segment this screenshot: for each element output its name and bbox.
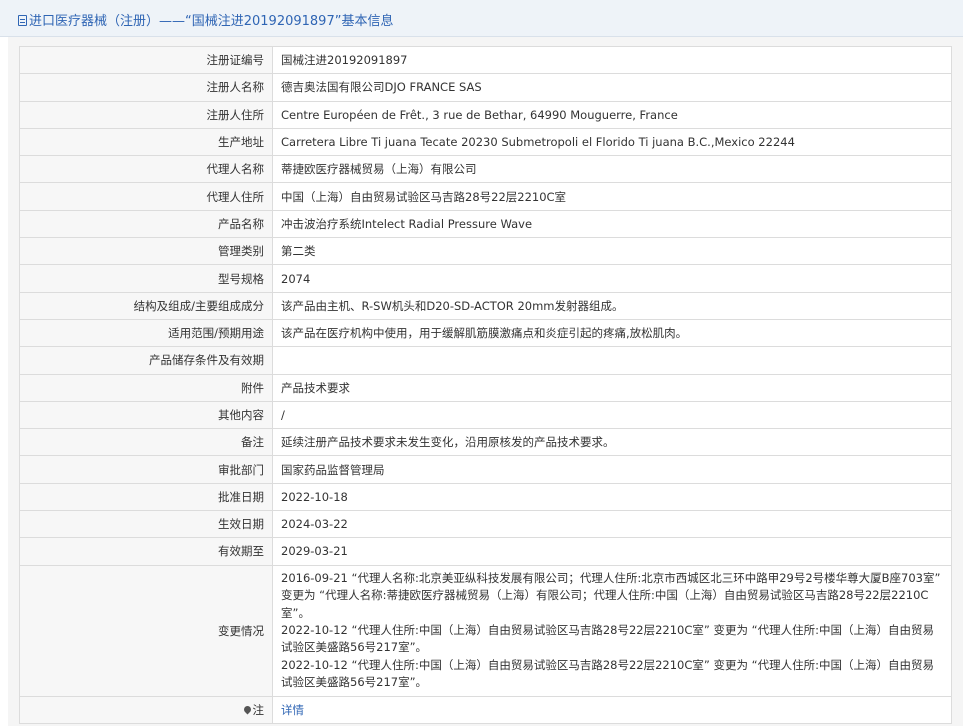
row-label: 生效日期 (19, 510, 273, 539)
table-row: 附件 产品技术要求 (19, 373, 952, 402)
table-row: 管理类别 第二类 (19, 237, 952, 266)
table-row: 注册证编号 国械注进20192091897 (19, 45, 952, 75)
row-value: 该产品由主机、R-SW机头和D20-SD-ACTOR 20mm发射器组成。 (272, 291, 952, 320)
row-value: 第二类 (272, 237, 952, 266)
table-row: 有效期至 2029-03-21 (19, 537, 952, 566)
row-label: 其他内容 (19, 400, 273, 430)
change-entry: 2022-10-12 “代理人住所:中国（上海）自由贸易试验区马吉路28号22层… (281, 622, 934, 655)
details-link[interactable]: 详情 (281, 703, 304, 717)
row-value: 国械注进20192091897 (272, 45, 952, 75)
info-table: 注册证编号 国械注进20192091897 注册人名称 德吉奥法国有限公司DJO F… (19, 45, 952, 724)
row-value: 2024-03-22 (272, 510, 952, 539)
table-row: 生效日期 2024-03-22 (19, 510, 952, 539)
table-row: 注册人住所 Centre Européen de Frêt., 3 rue de … (19, 100, 952, 129)
row-value (272, 346, 952, 375)
row-value: 国家药品监督管理局 (272, 455, 952, 484)
row-value: 产品技术要求 (272, 373, 952, 402)
change-entry: 2022-10-12 “代理人住所:中国（上海）自由贸易试验区马吉路28号22层… (281, 657, 934, 689)
row-label: 有效期至 (19, 537, 273, 566)
table-row: 产品名称 冲击波治疗系统Intelect Radial Pressure Wave (19, 209, 952, 239)
table-row: 备注 延续注册产品技术要求未发生变化，沿用原核发的产品技术要求。 (19, 428, 952, 457)
row-label: 批准日期 (19, 482, 273, 512)
row-value: 2074 (272, 264, 952, 293)
row-label: 代理人名称 (19, 155, 273, 184)
table-row: 代理人名称 蒂捷欧医疗器械贸易（上海）有限公司 (19, 155, 952, 184)
note-label: 注 (19, 695, 273, 724)
row-value: 中国（上海）自由贸易试验区马吉路28号22层2210C室 (272, 182, 952, 211)
note-value: 详情 (272, 695, 952, 724)
row-value: 德吉奥法国有限公司DJO FRANCE SAS (272, 73, 952, 102)
row-label: 注册人住所 (19, 100, 273, 129)
page-title-text: 进口医疗器械（注册）——“国械注进20192091897”基本信息 (29, 14, 394, 29)
note-row: 注 详情 (19, 695, 952, 724)
table-row: 产品储存条件及有效期 (19, 346, 952, 375)
page-title: 进口医疗器械（注册）——“国械注进20192091897”基本信息 (18, 10, 393, 29)
row-value: 2029-03-21 (272, 537, 952, 566)
row-label: 备注 (19, 428, 273, 457)
row-label: 型号规格 (19, 264, 273, 293)
changes-row: 变更情况 2016-09-21 “代理人名称:北京美亚纵科技发展有限公司；代理人… (19, 564, 952, 697)
table-row: 生产地址 Carretera Libre Ti juana Tecate 2023… (19, 127, 952, 157)
table-row: 注册人名称 德吉奥法国有限公司DJO FRANCE SAS (19, 73, 952, 102)
table-row: 型号规格 2074 (19, 264, 952, 293)
row-label: 代理人住所 (19, 182, 273, 211)
row-label: 附件 (19, 373, 273, 402)
row-label: 结构及组成/主要组成成分 (19, 291, 273, 320)
table-row: 适用范围/预期用途 该产品在医疗机构中使用，用于缓解肌筋膜激痛点和炎症引起的疼痛,… (19, 318, 952, 348)
row-value: 该产品在医疗机构中使用，用于缓解肌筋膜激痛点和炎症引起的疼痛,放松肌肉。 (272, 318, 952, 348)
row-value: 延续注册产品技术要求未发生变化，沿用原核发的产品技术要求。 (272, 428, 952, 457)
table-row: 批准日期 2022-10-18 (19, 482, 952, 512)
content-frame: 注册证编号 国械注进20192091897 注册人名称 德吉奥法国有限公司DJO F… (8, 37, 963, 726)
table-row: 结构及组成/主要组成成分 该产品由主机、R-SW机头和D20-SD-ACTOR 2… (19, 291, 952, 320)
row-value: / (272, 400, 952, 430)
note-label-text: 注 (252, 702, 265, 717)
row-value: 蒂捷欧医疗器械贸易（上海）有限公司 (272, 155, 952, 184)
changes-value: 2016-09-21 “代理人名称:北京美亚纵科技发展有限公司；代理人住所:北京… (272, 564, 952, 697)
row-label: 注册证编号 (19, 45, 273, 75)
row-value: 冲击波治疗系统Intelect Radial Pressure Wave (272, 209, 952, 239)
changes-label: 变更情况 (19, 564, 273, 697)
row-label: 产品名称 (19, 209, 273, 239)
row-label: 管理类别 (19, 237, 273, 266)
row-value: 2022-10-18 (272, 482, 952, 512)
table-row: 其他内容 / (19, 400, 952, 430)
table-row: 代理人住所 中国（上海）自由贸易试验区马吉路28号22层2210C室 (19, 182, 952, 211)
table-row: 审批部门 国家药品监督管理局 (19, 455, 952, 484)
row-label: 适用范围/预期用途 (19, 318, 273, 348)
change-entry: 2016-09-21 “代理人名称:北京美亚纵科技发展有限公司；代理人住所:北京… (281, 571, 941, 620)
row-label: 产品储存条件及有效期 (19, 346, 273, 375)
page-header: 进口医疗器械（注册）——“国械注进20192091897”基本信息 (0, 0, 963, 37)
row-label: 审批部门 (19, 455, 273, 484)
row-value: Carretera Libre Ti juana Tecate 20230 Su… (272, 127, 952, 157)
document-icon (18, 15, 27, 26)
row-label: 注册人名称 (19, 73, 273, 102)
location-pin-icon (242, 704, 252, 715)
row-label: 生产地址 (19, 127, 273, 157)
row-value: Centre Européen de Frêt., 3 rue de Betha… (272, 100, 952, 129)
